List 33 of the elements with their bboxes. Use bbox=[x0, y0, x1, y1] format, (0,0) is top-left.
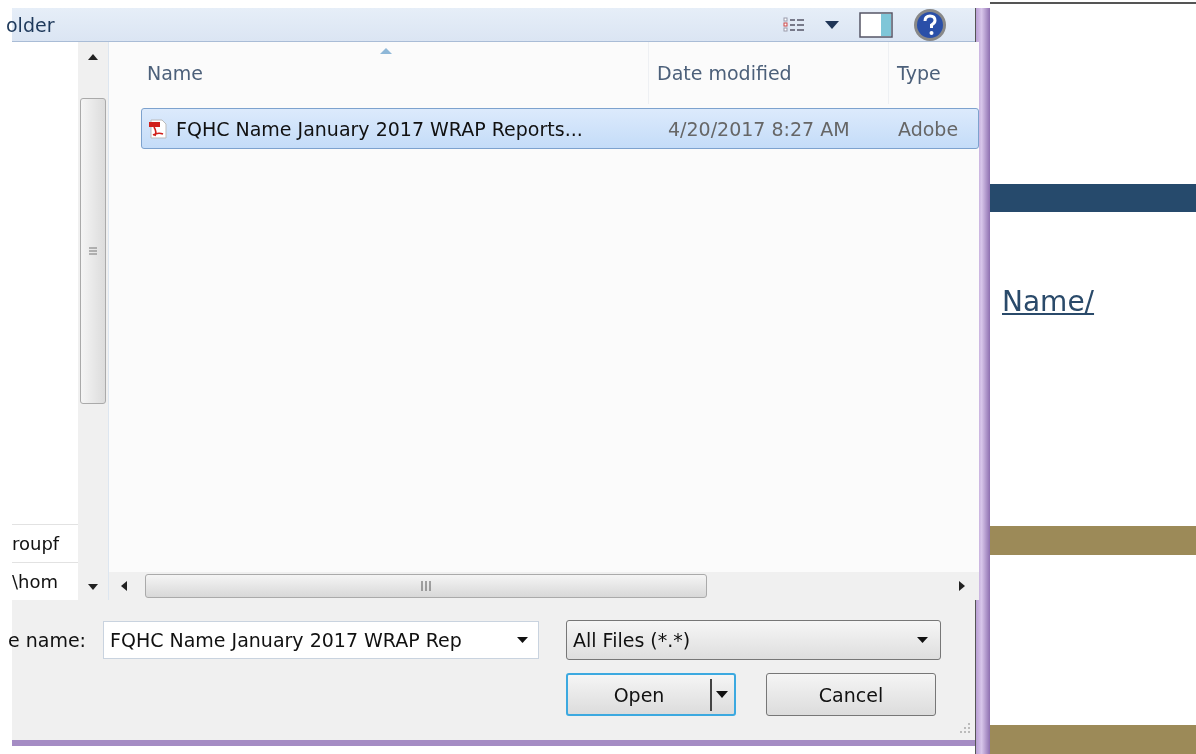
open-split-button[interactable]: Open bbox=[566, 673, 736, 716]
file-type: Adobe bbox=[898, 117, 959, 140]
scroll-thumb[interactable] bbox=[80, 98, 106, 404]
cancel-button[interactable]: Cancel bbox=[766, 673, 936, 716]
dropdown-arrow-icon[interactable] bbox=[716, 691, 728, 698]
scroll-left-icon[interactable] bbox=[121, 581, 127, 591]
column-header[interactable]: Name bbox=[139, 42, 649, 104]
toolbar-title: older bbox=[6, 13, 55, 36]
scroll-up-icon[interactable] bbox=[88, 54, 98, 60]
date-modified: 4/20/2017 8:27 AM bbox=[668, 117, 850, 140]
pdf-file-icon[interactable] bbox=[148, 118, 168, 139]
file-row[interactable]: FQHC Name January 2017 WRAP Reports... 4/20/2017 8:27 AM Adobe bbox=[141, 108, 979, 149]
view-list-icon[interactable] bbox=[783, 15, 805, 34]
file-name: FQHC Name January 2017 WRAP Reports... bbox=[176, 117, 583, 140]
scroll-right-icon[interactable] bbox=[959, 581, 965, 591]
column-header[interactable]: Date modified bbox=[649, 42, 889, 104]
scroll-down-icon[interactable] bbox=[88, 584, 98, 590]
dropdown-arrow-icon[interactable] bbox=[917, 637, 928, 643]
page-link[interactable]: Name/ bbox=[1002, 284, 1095, 318]
grip-icon[interactable] bbox=[89, 247, 97, 255]
dropdown-arrow-icon[interactable] bbox=[825, 20, 839, 29]
column-header[interactable]: Type bbox=[889, 42, 979, 104]
file-name-label: e name: bbox=[8, 629, 87, 651]
scroll-thumb[interactable] bbox=[145, 574, 707, 598]
preview-pane-icon[interactable] bbox=[859, 11, 893, 38]
file-name-field[interactable]: FQHC Name January 2017 WRAP Rep bbox=[103, 621, 539, 659]
grip-icon[interactable] bbox=[421, 581, 431, 591]
resize-grip-icon[interactable] bbox=[959, 722, 971, 734]
help-icon[interactable] bbox=[913, 7, 947, 42]
file-type-dropdown[interactable]: All Files (*.*) bbox=[566, 620, 941, 660]
horizontal-scrollbar[interactable] bbox=[109, 572, 979, 600]
dropdown-arrow-icon[interactable] bbox=[517, 637, 528, 643]
vertical-scrollbar[interactable] bbox=[78, 42, 108, 600]
